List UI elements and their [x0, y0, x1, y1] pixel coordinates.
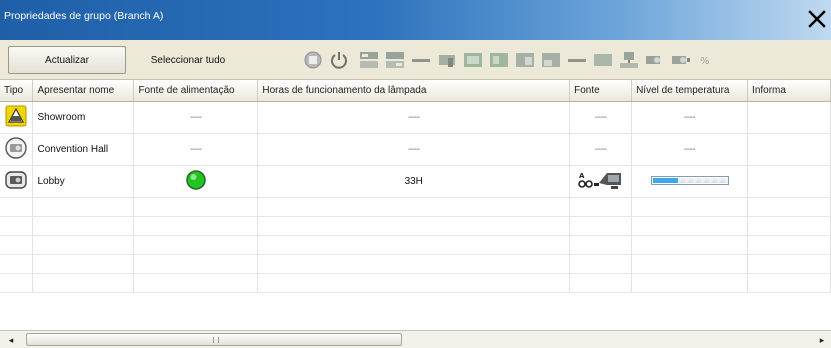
table-row[interactable]: Convention Hall ---- ---- ---- ---- [0, 133, 831, 166]
name-cell: Showroom [32, 101, 135, 134]
network-icon[interactable] [618, 50, 640, 70]
temperature-cell: ---- [631, 133, 749, 166]
horizontal-scrollbar[interactable]: ◂ ▸ [0, 330, 831, 348]
temperature-segment [702, 178, 710, 184]
screen-icon[interactable] [462, 50, 484, 70]
source-computer-icon: A [577, 172, 621, 189]
temperature-fill [652, 178, 678, 184]
header-row: Tipo Apresentar nome Fonte de alimentaçã… [0, 80, 831, 102]
select-all-button[interactable]: Seleccionar tudo [136, 46, 240, 74]
name-cell: Lobby [32, 165, 135, 198]
column-header-source[interactable]: Fonte [569, 80, 633, 102]
temperature-segment [710, 178, 718, 184]
scroll-left-arrow-icon[interactable]: ◂ [4, 334, 18, 346]
column-header-type[interactable]: Tipo [0, 80, 34, 102]
info-cell [747, 101, 831, 134]
scrollbar-thumb[interactable] [26, 333, 402, 346]
power-icon[interactable] [328, 50, 350, 70]
screen-alt-icon[interactable] [488, 50, 510, 70]
close-button[interactable] [805, 6, 829, 32]
projector-idle-icon [5, 136, 27, 159]
empty-row [0, 235, 831, 255]
lamp-hours-cell: 33H [257, 165, 571, 198]
column-header-lamp-hours[interactable]: Horas de funcionamento da lâmpada [257, 80, 571, 102]
close-icon [808, 10, 826, 28]
power-on-indicator [186, 169, 206, 190]
stop-icon[interactable] [302, 50, 324, 70]
type-cell [0, 165, 34, 198]
scroll-right-arrow-icon[interactable]: ▸ [815, 334, 829, 346]
empty-row [0, 216, 831, 236]
window-alt-icon[interactable] [540, 50, 562, 70]
dash-icon[interactable] [410, 50, 432, 70]
empty-row [0, 254, 831, 274]
source-cell: A [569, 165, 633, 198]
svg-text:A: A [579, 172, 585, 180]
lamp-hours-cell: ---- [257, 133, 571, 166]
lamp-hours-cell: ---- [257, 101, 571, 134]
toolbar: Actualizar Seleccionar tudo % [0, 40, 831, 80]
power-cell [133, 165, 259, 198]
temperature-segment [694, 178, 702, 184]
source-icon[interactable] [358, 50, 380, 70]
column-header-power[interactable]: Fonte de alimentação [133, 80, 259, 102]
name-cell: Convention Hall [32, 133, 135, 166]
select-all-label: Seleccionar tudo [150, 54, 226, 66]
column-header-temperature[interactable]: Nível de temperatura [631, 80, 749, 102]
temperature-segment [686, 178, 694, 184]
refresh-label: Actualizar [45, 54, 89, 66]
video-icon[interactable] [436, 50, 458, 70]
column-header-name[interactable]: Apresentar nome [32, 80, 135, 102]
projector-alt-icon[interactable] [670, 50, 692, 70]
refresh-button[interactable]: Actualizar [8, 46, 126, 74]
projector-icon[interactable] [644, 50, 666, 70]
svg-text:%: % [700, 56, 710, 67]
more-icon[interactable]: % [698, 50, 720, 70]
power-cell: ---- [133, 101, 259, 134]
temperature-level-bar [650, 176, 729, 186]
empty-row [0, 197, 831, 217]
grid-table: Tipo Apresentar nome Fonte de alimentaçã… [0, 80, 831, 293]
projector-active-icon [5, 170, 27, 189]
source-cell: ---- [569, 101, 633, 134]
title-bar: Propriedades de grupo (Branch A) [0, 0, 831, 40]
temperature-cell [631, 165, 749, 198]
window-icon[interactable] [514, 50, 536, 70]
dash-alt-icon[interactable] [566, 50, 588, 70]
temperature-segment [718, 178, 726, 184]
table-row[interactable]: Showroom ---- ---- ---- ---- [0, 101, 831, 134]
temperature-segment [678, 178, 686, 184]
display-icon[interactable] [592, 50, 614, 70]
power-cell: ---- [133, 133, 259, 166]
group-grid: Tipo Apresentar nome Fonte de alimentaçã… [0, 80, 831, 330]
info-cell [747, 165, 831, 198]
window-title: Propriedades de grupo (Branch A) [4, 10, 164, 22]
type-cell [0, 133, 34, 166]
column-header-info[interactable]: Informa [747, 80, 831, 102]
info-cell [747, 133, 831, 166]
projector-warning-icon [5, 105, 27, 126]
source-alt-icon[interactable] [384, 50, 406, 70]
type-cell [0, 101, 34, 134]
table-row[interactable]: Lobby 33H A [0, 165, 831, 198]
temperature-segment [726, 178, 728, 184]
empty-row [0, 273, 831, 293]
temperature-cell: ---- [631, 101, 749, 134]
source-cell: ---- [569, 133, 633, 166]
